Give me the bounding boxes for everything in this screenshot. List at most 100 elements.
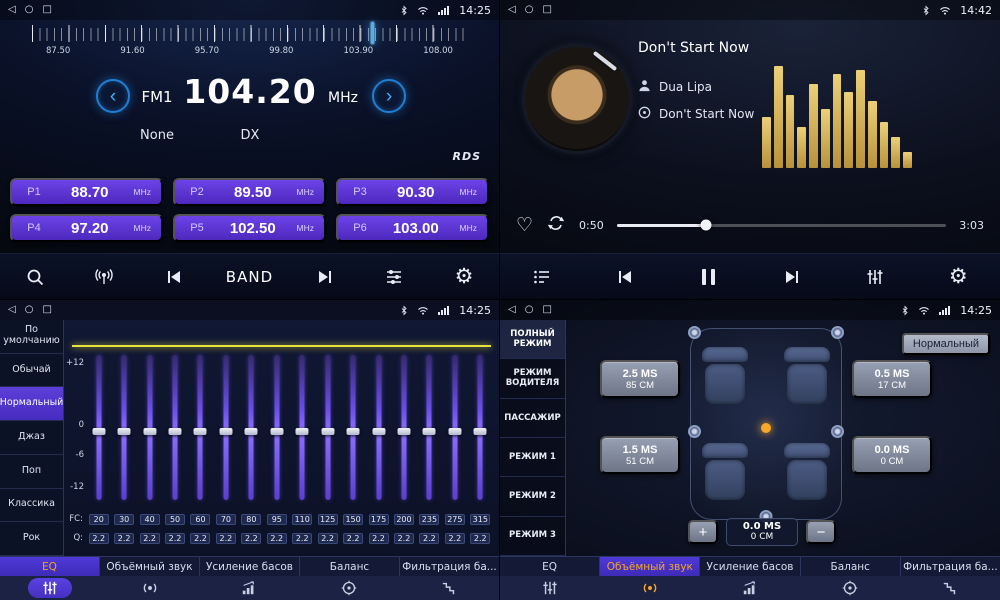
scan-icon[interactable] bbox=[17, 260, 53, 294]
increase-delay-button[interactable]: + bbox=[688, 520, 718, 544]
home-icon[interactable]: ○ bbox=[25, 5, 34, 15]
broadcast-icon[interactable] bbox=[86, 260, 122, 294]
back-icon[interactable]: ◁ bbox=[508, 5, 516, 15]
playlist-icon[interactable] bbox=[524, 260, 560, 294]
eq-band-slider[interactable] bbox=[86, 355, 111, 500]
home-icon[interactable]: ○ bbox=[25, 305, 34, 315]
eq-slider-knob[interactable] bbox=[118, 428, 131, 435]
rear-left-delay-button[interactable]: 1.5 MS 51 CM bbox=[600, 436, 680, 474]
eq-slider-knob[interactable] bbox=[169, 428, 182, 435]
settings-icon[interactable]: ⚙ bbox=[940, 260, 976, 294]
tab-bass-boost[interactable]: Усиление басов bbox=[700, 557, 800, 576]
frequency-ruler[interactable]: 87.50 91.60 95.70 99.80 103.90 108.00 bbox=[32, 25, 467, 61]
preset-button-p2[interactable]: P2 89.50 MHz bbox=[173, 178, 326, 206]
recents-icon[interactable]: □ bbox=[42, 305, 51, 315]
preset-button-p5[interactable]: P5 102.50 MHz bbox=[173, 214, 326, 242]
eq-tab-icon[interactable] bbox=[0, 576, 100, 600]
eq-preset-custom[interactable]: Обычай bbox=[0, 354, 63, 388]
pause-icon[interactable] bbox=[690, 260, 726, 294]
eq-band-slider[interactable] bbox=[111, 355, 136, 500]
mode-3[interactable]: РЕЖИМ 3 bbox=[500, 517, 565, 556]
eq-band-slider[interactable] bbox=[290, 355, 315, 500]
front-left-delay-button[interactable]: 2.5 MS 85 CM bbox=[600, 360, 680, 398]
recents-icon[interactable]: □ bbox=[542, 5, 551, 15]
eq-slider-knob[interactable] bbox=[92, 428, 105, 435]
progress-knob[interactable] bbox=[700, 220, 711, 231]
surround-tab-icon[interactable] bbox=[100, 576, 200, 600]
balance-tab-icon[interactable] bbox=[800, 576, 900, 600]
tab-eq[interactable]: EQ bbox=[0, 557, 100, 576]
eq-slider-knob[interactable] bbox=[194, 428, 207, 435]
eq-band-slider[interactable] bbox=[442, 355, 467, 500]
profile-button[interactable]: Нормальный bbox=[902, 333, 990, 355]
tab-surround[interactable]: Объёмный звук bbox=[600, 557, 700, 576]
repeat-icon[interactable] bbox=[546, 213, 566, 237]
eq-band-slider[interactable] bbox=[315, 355, 340, 500]
tab-filter[interactable]: Фильтрация ба... bbox=[901, 557, 1000, 576]
mode-passenger[interactable]: ПАССАЖИР bbox=[500, 399, 565, 438]
album-art[interactable] bbox=[522, 44, 632, 154]
eq-band-slider[interactable] bbox=[417, 355, 442, 500]
front-right-delay-button[interactable]: 0.5 MS 17 CM bbox=[852, 360, 932, 398]
tuning-pointer[interactable] bbox=[371, 22, 374, 44]
eq-band-slider[interactable] bbox=[391, 355, 416, 500]
eq-band-slider[interactable] bbox=[468, 355, 493, 500]
mixer-icon[interactable] bbox=[376, 260, 412, 294]
eq-band-slider[interactable] bbox=[264, 355, 289, 500]
eq-preset-classic[interactable]: Классика bbox=[0, 489, 63, 523]
recents-icon[interactable]: □ bbox=[542, 305, 551, 315]
eq-band-slider[interactable] bbox=[137, 355, 162, 500]
preset-button-p1[interactable]: P1 88.70 MHz bbox=[10, 178, 163, 206]
home-icon[interactable]: ○ bbox=[525, 305, 534, 315]
mode-driver[interactable]: РЕЖИМ ВОДИТЕЛЯ bbox=[500, 359, 565, 398]
preset-button-p3[interactable]: P3 90.30 MHz bbox=[336, 178, 489, 206]
tab-surround[interactable]: Объёмный звук bbox=[100, 557, 200, 576]
eq-band-slider[interactable] bbox=[239, 355, 264, 500]
filter-tab-icon[interactable] bbox=[399, 576, 499, 600]
bass-boost-tab-icon[interactable] bbox=[700, 576, 800, 600]
mode-1[interactable]: РЕЖИМ 1 bbox=[500, 438, 565, 477]
eq-slider-knob[interactable] bbox=[143, 428, 156, 435]
eq-preset-default[interactable]: По умолчанию bbox=[0, 320, 63, 354]
surround-tab-icon[interactable] bbox=[600, 576, 700, 600]
bass-boost-tab-icon[interactable] bbox=[200, 576, 300, 600]
tab-balance[interactable]: Баланс bbox=[801, 557, 901, 576]
eq-band-slider[interactable] bbox=[340, 355, 365, 500]
tab-bass-boost[interactable]: Усиление басов bbox=[200, 557, 300, 576]
eq-band-slider[interactable] bbox=[366, 355, 391, 500]
listening-position-dot[interactable] bbox=[761, 423, 771, 433]
mode-2[interactable]: РЕЖИМ 2 bbox=[500, 477, 565, 516]
favorite-icon[interactable]: ♡ bbox=[516, 216, 533, 235]
eq-preset-jazz[interactable]: Джаз bbox=[0, 421, 63, 455]
tune-down-button[interactable]: ‹ bbox=[96, 79, 130, 113]
eq-slider-knob[interactable] bbox=[397, 428, 410, 435]
back-icon[interactable]: ◁ bbox=[8, 305, 16, 315]
eq-slider-knob[interactable] bbox=[347, 428, 360, 435]
tab-balance[interactable]: Баланс bbox=[300, 557, 400, 576]
eq-slider-knob[interactable] bbox=[219, 428, 232, 435]
eq-band-slider[interactable] bbox=[188, 355, 213, 500]
eq-slider-knob[interactable] bbox=[245, 428, 258, 435]
eq-preset-normal[interactable]: Нормальный bbox=[0, 387, 63, 421]
eq-tab-icon[interactable] bbox=[500, 576, 600, 600]
filter-tab-icon[interactable] bbox=[900, 576, 1000, 600]
settings-icon[interactable]: ⚙ bbox=[446, 260, 482, 294]
mode-full[interactable]: ПОЛНЫЙ РЕЖИМ bbox=[500, 320, 565, 359]
band-button[interactable]: BAND bbox=[226, 260, 273, 294]
eq-preset-pop[interactable]: Поп bbox=[0, 455, 63, 489]
eq-preset-rock[interactable]: Рок bbox=[0, 522, 63, 556]
eq-slider-knob[interactable] bbox=[423, 428, 436, 435]
recents-icon[interactable]: □ bbox=[42, 5, 51, 15]
equalizer-icon[interactable] bbox=[857, 260, 893, 294]
eq-band-slider[interactable] bbox=[162, 355, 187, 500]
back-icon[interactable]: ◁ bbox=[8, 5, 16, 15]
next-icon[interactable] bbox=[307, 260, 343, 294]
rear-right-delay-button[interactable]: 0.0 MS 0 CM bbox=[852, 436, 932, 474]
previous-icon[interactable] bbox=[156, 260, 192, 294]
tune-up-button[interactable]: › bbox=[372, 79, 406, 113]
eq-slider-knob[interactable] bbox=[474, 428, 487, 435]
eq-slider-knob[interactable] bbox=[448, 428, 461, 435]
decrease-delay-button[interactable]: − bbox=[806, 520, 836, 544]
eq-slider-knob[interactable] bbox=[296, 428, 309, 435]
back-icon[interactable]: ◁ bbox=[508, 305, 516, 315]
